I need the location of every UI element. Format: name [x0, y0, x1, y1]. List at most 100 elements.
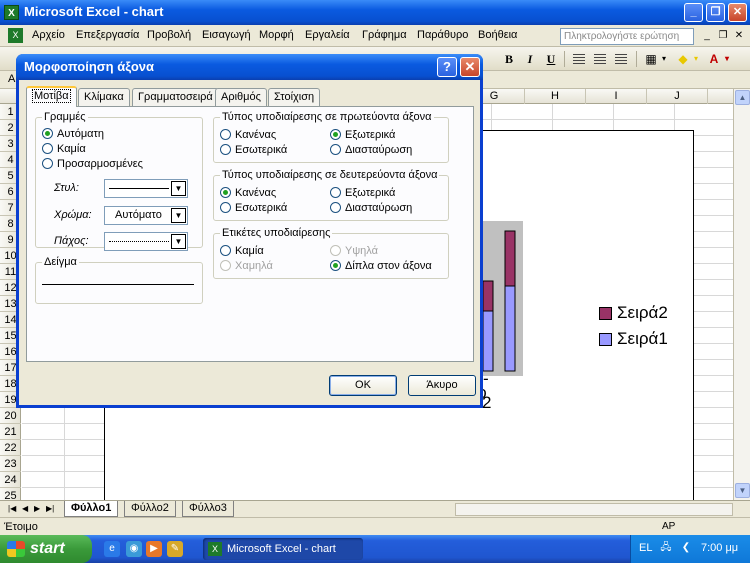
- row-header[interactable]: 24: [0, 472, 21, 488]
- doc-close-button[interactable]: ✕: [732, 29, 746, 43]
- chevron-down-icon[interactable]: ▼: [171, 181, 186, 196]
- tab-patterns[interactable]: Μοτίβα: [26, 86, 77, 107]
- tray-arrow-icon[interactable]: ❮: [679, 541, 693, 555]
- tab-scale[interactable]: Κλίμακα: [78, 88, 130, 106]
- workbook-icon[interactable]: X: [8, 28, 23, 43]
- ok-button[interactable]: OK: [329, 375, 397, 396]
- scroll-down-button[interactable]: ▼: [735, 483, 750, 498]
- sheet-tab-2[interactable]: Φύλλο2: [124, 501, 176, 517]
- align-center-icon[interactable]: [591, 51, 609, 67]
- line-weight-select[interactable]: ▼: [104, 232, 188, 251]
- tab-font[interactable]: Γραμματοσειρά: [132, 88, 219, 106]
- minor-tick-label: Τύπος υποδιαίρεσης σε δευτερεύοντα άξονα: [220, 169, 440, 181]
- row-header[interactable]: 23: [0, 456, 21, 472]
- sheet-tab-3[interactable]: Φύλλο3: [182, 501, 234, 517]
- status-text: Έτοιμο: [4, 521, 38, 533]
- lines-custom-radio[interactable]: Προσαρμοσμένες: [42, 158, 143, 170]
- labels-high-radio: Υψηλά: [330, 245, 378, 257]
- prev-sheet-button[interactable]: ◀: [22, 504, 28, 513]
- major-outside-radio[interactable]: Εξωτερικά: [330, 129, 395, 141]
- borders-icon[interactable]: ▦: [642, 51, 666, 67]
- first-sheet-button[interactable]: |◀: [8, 504, 16, 513]
- align-left-icon[interactable]: [570, 51, 588, 67]
- bar-series1[interactable]: [504, 285, 516, 372]
- minor-none-radio[interactable]: Κανένας: [220, 187, 276, 199]
- help-search-input[interactable]: Πληκτρολογήστε ερώτηση: [560, 28, 694, 45]
- labels-next-to-axis-radio[interactable]: Δίπλα στον άξονα: [330, 260, 432, 272]
- row-header[interactable]: 22: [0, 440, 21, 456]
- menu-chart[interactable]: Γράφημα: [362, 29, 407, 41]
- chevron-down-icon[interactable]: ▼: [171, 234, 186, 249]
- major-inside-radio[interactable]: Εσωτερικά: [220, 144, 287, 156]
- chart-legend[interactable]: Σειρά2 Σειρά1: [595, 301, 689, 369]
- menu-insert[interactable]: Εισαγωγή: [202, 29, 251, 41]
- minor-tick-group: Τύπος υποδιαίρεσης σε δευτερεύοντα άξονα…: [213, 169, 449, 221]
- taskbar-excel-button[interactable]: X Microsoft Excel - chart: [203, 538, 363, 560]
- last-sheet-button[interactable]: ▶|: [46, 504, 54, 513]
- line-style-select[interactable]: ▼: [104, 179, 188, 198]
- start-button[interactable]: start: [0, 535, 92, 563]
- doc-restore-button[interactable]: ❐: [716, 29, 730, 43]
- menu-tools[interactable]: Εργαλεία: [305, 29, 350, 41]
- minimize-button[interactable]: _: [684, 3, 703, 22]
- column-header[interactable]: H: [525, 89, 586, 104]
- menu-format[interactable]: Μορφή: [259, 29, 294, 41]
- lines-automatic-radio[interactable]: Αυτόματη: [42, 128, 104, 140]
- chevron-down-icon[interactable]: ▼: [171, 208, 186, 223]
- bold-button[interactable]: B: [500, 51, 518, 67]
- align-right-icon[interactable]: [612, 51, 630, 67]
- menu-view[interactable]: Προβολή: [147, 29, 191, 41]
- tick-labels-group: Ετικέτες υποδιαίρεσης Καμία Υψηλά Χαμηλά…: [213, 227, 449, 279]
- doc-minimize-button[interactable]: _: [700, 29, 714, 43]
- language-indicator[interactable]: EL: [639, 542, 652, 554]
- dialog-close-button[interactable]: ✕: [460, 57, 480, 77]
- horizontal-scrollbar[interactable]: [455, 503, 733, 516]
- underline-button[interactable]: U: [542, 51, 560, 67]
- scroll-up-button[interactable]: ▲: [735, 90, 750, 105]
- lines-none-radio[interactable]: Καμία: [42, 143, 86, 155]
- menu-help[interactable]: Βοήθεια: [478, 29, 517, 41]
- sample-group: Δείγμα: [35, 256, 203, 304]
- taskbar-excel-label: Microsoft Excel - chart: [227, 543, 336, 555]
- sheet-tab-1[interactable]: Φύλλο1: [64, 501, 119, 517]
- line-color-select[interactable]: Αυτόματο ▼: [104, 206, 188, 225]
- sample-group-label: Δείγμα: [42, 256, 79, 268]
- maximize-button[interactable]: ❐: [706, 3, 725, 22]
- media-player-icon[interactable]: ▶: [146, 541, 162, 557]
- menu-file[interactable]: Αρχείο: [32, 29, 65, 41]
- next-sheet-button[interactable]: ▶: [34, 504, 40, 513]
- vertical-scrollbar[interactable]: ▲ ▼: [733, 89, 750, 500]
- close-button[interactable]: ✕: [728, 3, 747, 22]
- minor-inside-radio[interactable]: Εσωτερικά: [220, 202, 287, 214]
- name-box[interactable]: A: [8, 73, 15, 85]
- menu-edit[interactable]: Επεξεργασία: [76, 29, 139, 41]
- bar-series2[interactable]: [504, 230, 516, 287]
- tab-alignment[interactable]: Στοίχιση: [268, 88, 321, 106]
- bar-series1[interactable]: [482, 310, 494, 372]
- row-header[interactable]: 20: [0, 408, 21, 424]
- browser-icon[interactable]: ◉: [126, 541, 142, 557]
- row-header[interactable]: 21: [0, 424, 21, 440]
- dialog-help-button[interactable]: ?: [437, 57, 457, 77]
- row-header[interactable]: 25: [0, 488, 21, 500]
- minor-outside-radio[interactable]: Εξωτερικά: [330, 187, 395, 199]
- column-header[interactable]: J: [647, 89, 708, 104]
- major-none-radio[interactable]: Κανένας: [220, 129, 276, 141]
- italic-button[interactable]: I: [521, 51, 539, 67]
- line-weight-label: Πάχος:: [54, 235, 89, 247]
- cancel-button[interactable]: Άκυρο: [408, 375, 476, 396]
- column-header[interactable]: I: [586, 89, 647, 104]
- lines-group: Γραμμές Αυτόματη Καμία Προσαρμοσμένες Στ…: [35, 111, 203, 251]
- major-cross-radio[interactable]: Διασταύρωση: [330, 144, 412, 156]
- quick-launch-icon[interactable]: ✎: [167, 541, 183, 557]
- excel-app-icon: X: [208, 542, 222, 556]
- minor-cross-radio[interactable]: Διασταύρωση: [330, 202, 412, 214]
- menu-window[interactable]: Παράθυρο: [417, 29, 468, 41]
- font-color-icon[interactable]: A: [705, 51, 729, 67]
- tab-number[interactable]: Αριθμός: [215, 88, 267, 106]
- labels-none-radio[interactable]: Καμία: [220, 245, 264, 257]
- bar-series2[interactable]: [482, 280, 494, 312]
- tray-network-icon[interactable]: 🖧: [659, 541, 673, 555]
- internet-explorer-icon[interactable]: e: [104, 541, 120, 557]
- fill-color-icon[interactable]: ◆: [674, 51, 698, 67]
